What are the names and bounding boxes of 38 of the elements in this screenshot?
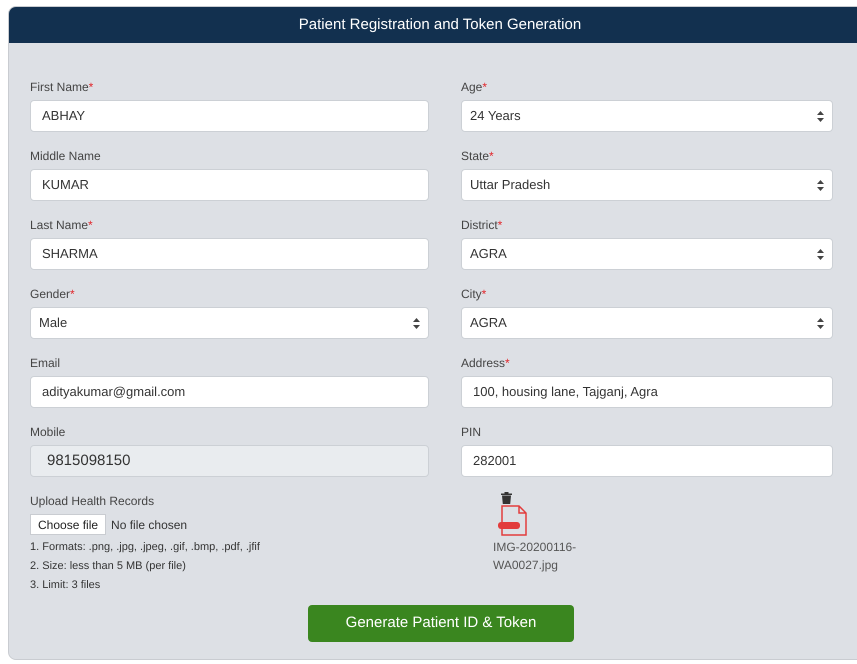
select-field[interactable]: 24 Years xyxy=(461,100,833,132)
stepper-icon xyxy=(817,248,824,260)
field-label: Last Name* xyxy=(30,217,93,234)
input-field[interactable]: KUMAR xyxy=(30,169,429,201)
select-field[interactable]: Uttar Pradesh xyxy=(461,169,833,201)
select-field[interactable]: AGRA xyxy=(461,307,833,339)
upload-label: Upload Health Records xyxy=(30,493,156,510)
select-field[interactable]: AGRA xyxy=(461,238,833,270)
stepper-icon xyxy=(817,180,824,190)
file-name: IMG-20200116-WA0027.jpg xyxy=(493,539,578,574)
input-field[interactable]: 100, housing lane, Tajganj, Agra xyxy=(461,376,833,408)
input-field[interactable]: ABHAY xyxy=(30,100,429,132)
field-label: Mobile xyxy=(30,424,66,441)
upload-note: 3. Limit: 3 files xyxy=(30,578,102,593)
field-label: Gender* xyxy=(30,286,75,303)
input-field[interactable]: 282001 xyxy=(461,445,833,477)
file-status: No file chosen xyxy=(111,516,188,534)
field-label: Address* xyxy=(461,355,510,372)
field-label: PIN xyxy=(461,424,482,441)
select-field[interactable]: Male xyxy=(30,307,429,339)
stepper-icon xyxy=(413,318,420,328)
input-field[interactable]: SHARMA xyxy=(30,238,429,270)
field-label: City* xyxy=(461,286,486,303)
input-field[interactable]: adityakumar@gmail.com xyxy=(30,376,429,408)
field-label: Age* xyxy=(461,79,488,96)
choose-file-button[interactable]: Choose file xyxy=(30,514,106,535)
field-label: Email xyxy=(30,355,60,372)
submit-button[interactable]: Generate Patient ID & Token xyxy=(308,605,574,642)
upload-note: 2. Size: less than 5 MB (per file) xyxy=(30,559,187,574)
field-label: First Name* xyxy=(30,79,94,96)
trash-icon[interactable] xyxy=(501,492,512,504)
field-label: State* xyxy=(461,148,494,165)
upload-note: 1. Formats: .png, .jpg, .jpeg, .gif, .bmp, .pdf, .jfif xyxy=(30,540,261,555)
panel-title: Patient Registration and Token Generation xyxy=(298,14,582,35)
stepper-icon xyxy=(817,110,824,122)
stepper-icon xyxy=(817,318,824,328)
field-label: Middle Name xyxy=(30,148,101,165)
field-label: District* xyxy=(461,217,502,234)
